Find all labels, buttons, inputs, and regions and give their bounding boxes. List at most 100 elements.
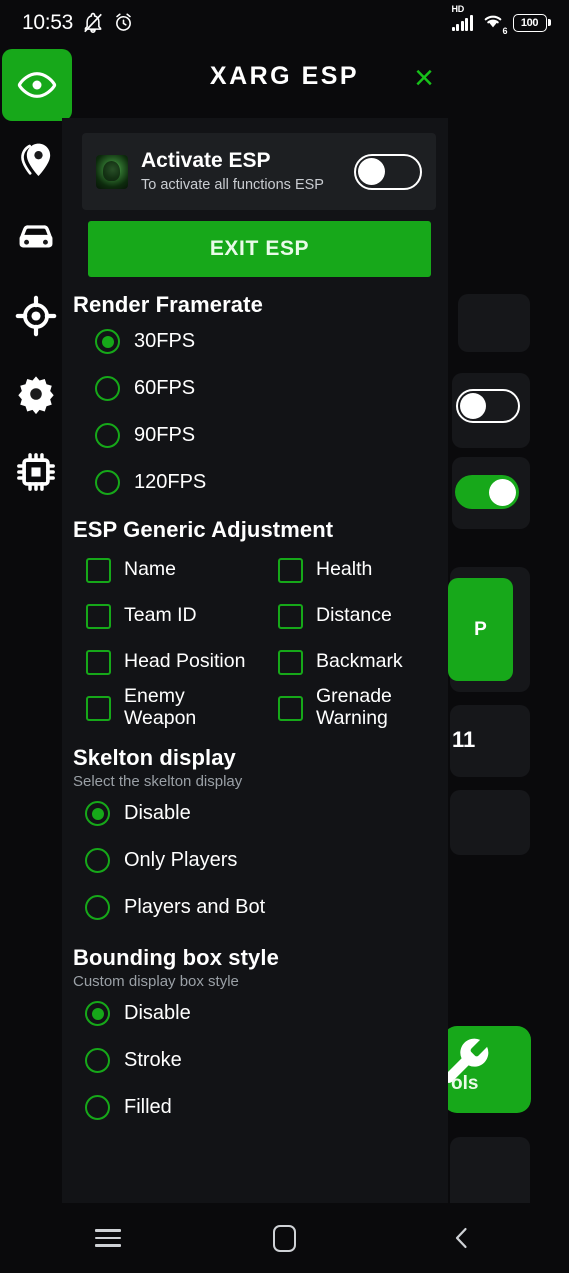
checkbox-label-head-position: Head Position — [124, 650, 246, 673]
activate-esp-card[interactable]: Activate ESP To activate all functions E… — [82, 133, 436, 210]
checkbox-label-distance: Distance — [316, 604, 392, 627]
checkbox-label-health: Health — [316, 558, 373, 581]
nav-home-button[interactable] — [259, 1212, 311, 1264]
radio-row-skelton-only-players[interactable]: Only Players — [73, 837, 448, 884]
crosshair-target-icon — [15, 295, 57, 337]
radio-icon-skelton-players-and-bot — [85, 895, 110, 920]
gear-icon — [18, 376, 54, 415]
checkbox-icon-enemy-weapon — [86, 695, 111, 721]
activate-esp-toggle-knob — [358, 158, 385, 185]
checkbox-row-enemy-weapon[interactable]: Enemy Weapon — [86, 685, 262, 731]
location-pin-icon — [21, 143, 51, 176]
radio-row-30fps[interactable]: 30FPS — [73, 318, 448, 365]
bg-toggle-on-knob — [489, 478, 516, 506]
radio-row-skelton-players-and-bot[interactable]: Players and Bot — [73, 884, 448, 931]
radio-label-skelton-only-players: Only Players — [124, 849, 238, 871]
checkbox-label-enemy-weapon: Enemy Weapon — [124, 685, 197, 729]
activate-esp-texts: Activate ESP To activate all functions E… — [128, 149, 354, 193]
exit-esp-button[interactable]: EXIT ESP — [88, 221, 431, 277]
radio-icon-120fps — [95, 470, 120, 495]
nav-back-button[interactable] — [436, 1212, 488, 1264]
radio-icon-90fps — [95, 423, 120, 448]
radio-label-30fps: 30FPS — [134, 330, 196, 352]
radio-row-120fps[interactable]: 120FPS — [73, 459, 448, 506]
recents-icon — [94, 1229, 121, 1247]
signal-bars-icon: HD — [451, 4, 473, 31]
bounding-box-subtitle: Custom display box style — [73, 973, 239, 990]
checkbox-row-head-position[interactable]: Head Position — [86, 639, 262, 685]
esp-generic-title: ESP Generic Adjustment — [73, 517, 334, 542]
status-time: 10:53 — [22, 10, 74, 34]
checkbox-label-team-id: Team ID — [124, 604, 197, 627]
checkbox-label-name: Name — [124, 558, 177, 581]
wifi-icon: 6 — [481, 11, 508, 36]
skelton-display-section: Skelton display Select the skelton displ… — [73, 745, 448, 931]
activate-esp-title: Activate ESP — [141, 149, 271, 173]
render-framerate-section: Render Framerate 30FPS 60FPS 90FPS 120FP… — [73, 292, 448, 506]
checkbox-icon-grenade-warning — [278, 695, 303, 721]
render-framerate-title: Render Framerate — [73, 292, 263, 317]
alarm-clock-icon — [116, 13, 131, 31]
status-bar: 10:53 HD 6 100 — [0, 0, 569, 45]
radio-icon-30fps — [95, 329, 120, 354]
home-icon — [273, 1224, 296, 1252]
skelton-display-title: Skelton display — [73, 745, 236, 770]
radio-row-90fps[interactable]: 90FPS — [73, 412, 448, 459]
checkbox-row-backmark[interactable]: Backmark — [278, 639, 448, 685]
radio-icon-box-stroke — [85, 1048, 110, 1073]
radio-row-box-stroke[interactable]: Stroke — [73, 1037, 448, 1084]
radio-label-60fps: 60FPS — [134, 377, 196, 399]
bounding-box-section: Bounding box style Custom display box st… — [73, 945, 448, 1131]
radio-icon-60fps — [95, 376, 120, 401]
activate-esp-toggle[interactable] — [354, 153, 422, 190]
close-button[interactable]: × — [404, 58, 444, 98]
checkbox-icon-head-position — [86, 649, 111, 675]
checkbox-row-distance[interactable]: Distance — [278, 593, 448, 639]
radio-label-box-disable: Disable — [124, 1002, 191, 1024]
radio-label-120fps: 120FPS — [134, 471, 207, 493]
close-icon: × — [414, 59, 434, 97]
radio-icon-skelton-only-players — [85, 848, 110, 873]
radio-label-90fps: 90FPS — [134, 424, 196, 446]
nav-recents-button[interactable] — [82, 1212, 134, 1264]
checkbox-icon-team-id — [86, 603, 111, 629]
checkbox-label-grenade-warning: Grenade Warning — [316, 685, 392, 729]
radio-icon-box-filled — [85, 1095, 110, 1120]
checkbox-row-team-id[interactable]: Team ID — [86, 593, 278, 639]
bg-card-1 — [458, 294, 530, 352]
radio-row-60fps[interactable]: 60FPS — [73, 365, 448, 412]
bg-toggle-off[interactable] — [456, 389, 520, 423]
radio-label-skelton-disable: Disable — [124, 802, 191, 824]
bg-toggle-on[interactable] — [455, 475, 519, 509]
bg-green-button[interactable]: P — [448, 578, 513, 681]
checkbox-row-grenade-warning[interactable]: Grenade Warning — [278, 685, 446, 731]
mute-bell-icon — [84, 12, 102, 33]
bg-card-6 — [450, 790, 530, 855]
radio-label-skelton-players-and-bot: Players and Bot — [124, 896, 266, 918]
esp-generic-section: ESP Generic Adjustment Name Health Team … — [73, 517, 448, 731]
bg-tool-card-label: ols — [451, 1073, 479, 1094]
radio-row-skelton-disable[interactable]: Disable — [73, 790, 448, 837]
bg-tool-card[interactable]: ols — [443, 1026, 531, 1113]
battery-icon: 100 — [512, 13, 551, 32]
radio-row-box-filled[interactable]: Filled — [73, 1084, 448, 1131]
bg-version-text: 11 — [452, 727, 476, 752]
activate-esp-subtitle: To activate all functions ESP — [141, 176, 324, 193]
bg-toggle-off-knob — [460, 393, 486, 419]
esp-settings-content: Render Framerate 30FPS 60FPS 90FPS 120FP… — [62, 292, 448, 1203]
status-bar-left: 10:53 — [22, 11, 134, 35]
checkbox-row-name[interactable]: Name — [86, 547, 278, 593]
cpu-chip-icon — [17, 453, 55, 491]
radio-row-box-disable[interactable]: Disable — [73, 990, 448, 1037]
checkbox-icon-health — [278, 557, 303, 583]
car-icon — [19, 225, 53, 248]
android-nav-bar — [0, 1203, 569, 1273]
app-avatar-icon — [96, 154, 128, 189]
back-icon — [455, 1227, 467, 1249]
wifi-generation-label: 6 — [502, 25, 508, 36]
checkbox-row-health[interactable]: Health — [278, 547, 448, 593]
phone-screen: P 11 ols 10:53 HD 6 100 XARG ESP × Activ… — [0, 0, 569, 1273]
checkbox-icon-distance — [278, 603, 303, 629]
checkbox-icon-name — [86, 557, 111, 583]
radio-icon-box-disable — [85, 1001, 110, 1026]
